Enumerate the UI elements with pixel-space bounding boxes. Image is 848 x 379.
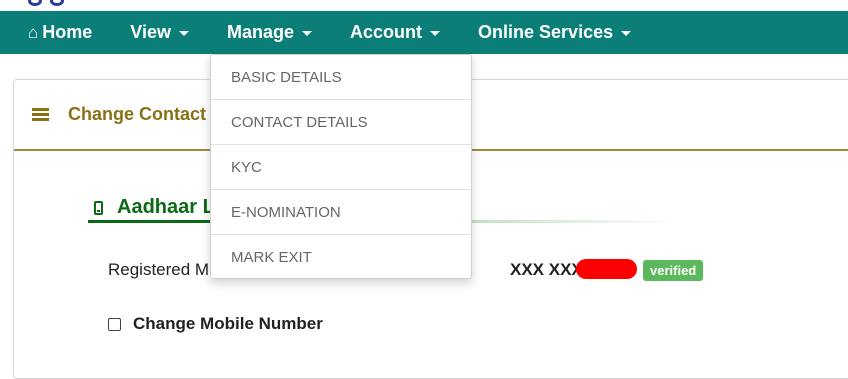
caret-down-icon	[621, 31, 632, 36]
caret-down-icon	[302, 31, 313, 36]
change-mobile-row[interactable]: Change Mobile Number	[108, 314, 323, 334]
menu-item-kyc[interactable]: KYC	[211, 145, 471, 190]
top-navbar: ⌂ Home View Manage Account Online Servic…	[0, 11, 848, 54]
menu-item-basic-details[interactable]: BASIC DETAILS	[211, 55, 471, 100]
header-strip	[0, 0, 848, 11]
section-heading-label: Aadhaar L	[117, 196, 215, 218]
logo-fragment	[50, 0, 64, 6]
nav-manage[interactable]: Manage	[227, 22, 313, 43]
panel-title: Change Contact	[68, 104, 207, 124]
nav-account[interactable]: Account	[350, 22, 441, 43]
mobile-icon	[94, 200, 103, 215]
registered-mobile-value: XXX XXX	[510, 260, 583, 279]
nav-online-services-label: Online Services	[478, 22, 614, 42]
logo-fragment	[28, 0, 42, 6]
nav-home-label: Home	[42, 22, 93, 42]
menu-item-mark-exit[interactable]: MARK EXIT	[211, 235, 471, 280]
registered-mobile-label: Registered M	[108, 260, 210, 279]
nav-view-label: View	[130, 22, 171, 42]
hamburger-icon[interactable]	[32, 108, 49, 121]
redaction-mark	[576, 259, 637, 279]
menu-item-contact-details[interactable]: CONTACT DETAILS	[211, 100, 471, 145]
caret-down-icon	[179, 31, 189, 36]
menu-item-e-nomination[interactable]: E-NOMINATION	[211, 190, 471, 235]
status-badge: verified	[643, 260, 704, 281]
section-heading: Aadhaar L	[88, 196, 215, 219]
nav-online-services[interactable]: Online Services	[478, 22, 632, 43]
nav-home[interactable]: ⌂ Home	[28, 22, 92, 43]
nav-view[interactable]: View	[130, 22, 189, 43]
change-mobile-checkbox[interactable]	[108, 317, 121, 331]
home-icon: ⌂	[28, 22, 39, 42]
caret-down-icon	[430, 31, 441, 36]
nav-manage-label: Manage	[227, 22, 295, 42]
manage-dropdown-menu: BASIC DETAILS CONTACT DETAILS KYC E-NOMI…	[210, 54, 472, 279]
change-mobile-label[interactable]: Change Mobile Number	[133, 314, 323, 334]
nav-account-label: Account	[350, 22, 423, 42]
